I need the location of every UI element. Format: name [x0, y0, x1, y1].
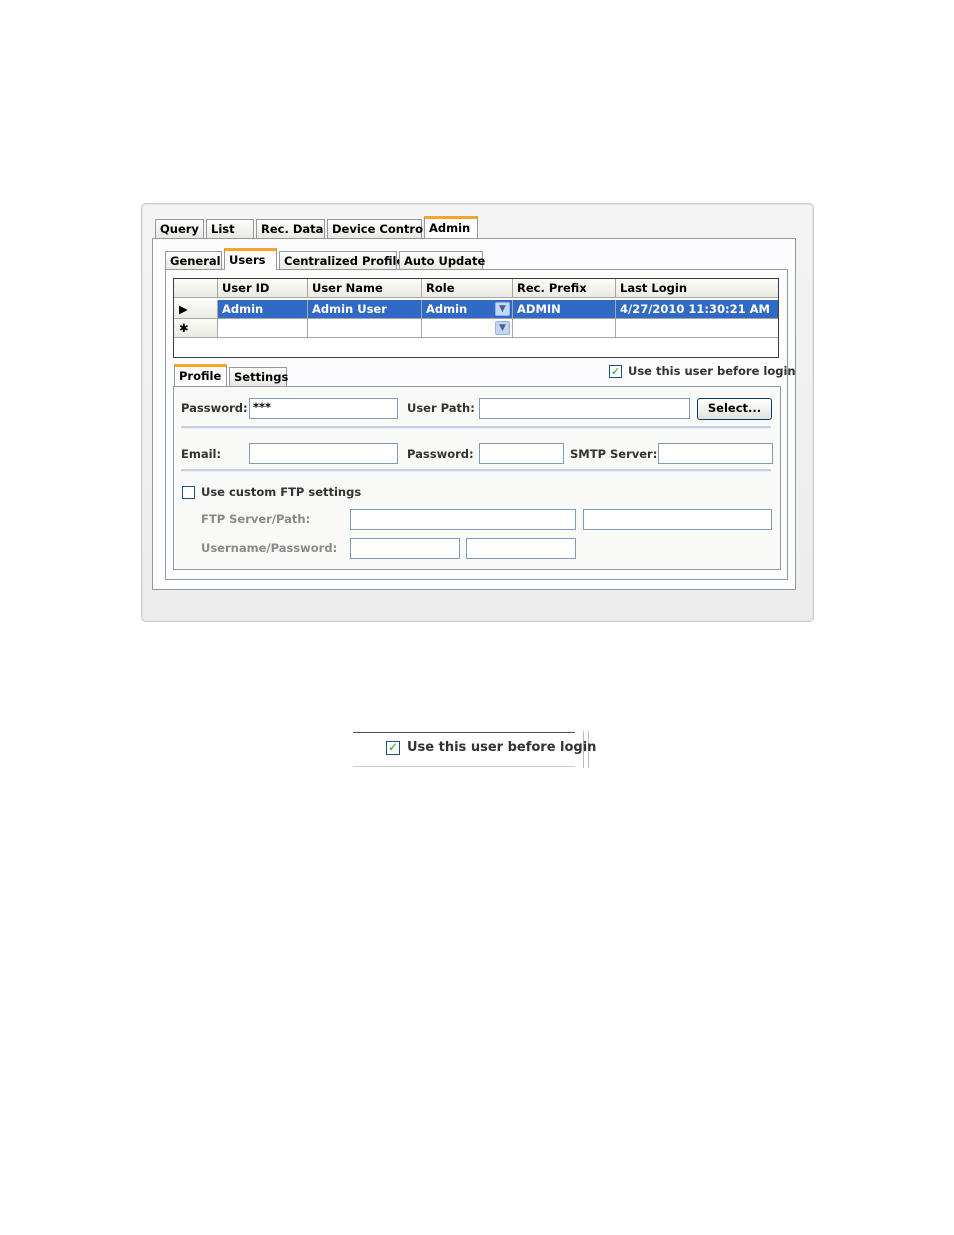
profile-tab-strip: Profile Settings	[174, 364, 288, 386]
zoom-use-user-checkbox[interactable]: ✓	[386, 741, 400, 755]
chevron-down-icon[interactable]: ▼	[495, 321, 510, 335]
smtp-password-input[interactable]	[479, 443, 564, 464]
cell-role-value: Admin	[426, 302, 468, 316]
tab-device-control[interactable]: Device Control	[327, 219, 427, 238]
ftp-path-input[interactable]	[583, 509, 772, 530]
cell-rec-prefix[interactable]: ADMIN	[513, 300, 616, 319]
table-row[interactable]: ▶ Admin Admin User Admin ▼ ADMIN 4/27/20…	[174, 300, 778, 319]
tab-general[interactable]: General	[165, 251, 222, 270]
cell-role[interactable]: Admin ▼	[422, 300, 513, 319]
divider	[181, 469, 771, 472]
ftp-server-label: FTP Server/Path:	[201, 512, 311, 526]
ftp-server-input[interactable]	[350, 509, 576, 530]
ftp-username-input[interactable]	[350, 538, 460, 559]
tab-auto-update[interactable]: Auto Update	[399, 251, 485, 270]
password-input[interactable]: ***	[249, 398, 398, 419]
col-rec-prefix[interactable]: Rec. Prefix	[513, 279, 616, 298]
zoom-callout: ✓ Use this user before login	[353, 731, 597, 768]
chevron-down-icon[interactable]: ▼	[495, 302, 510, 316]
callout-bottom-line	[353, 766, 575, 767]
cell-user-name[interactable]: Admin User	[308, 300, 422, 319]
use-user-before-login-label: Use this user before login	[628, 364, 796, 378]
cell-rec-prefix[interactable]	[513, 319, 616, 338]
password-label: Password:	[181, 401, 248, 415]
cell-last-login[interactable]: 4/27/2010 11:30:21 AM	[616, 300, 778, 319]
col-role[interactable]: Role	[422, 279, 513, 298]
divider	[181, 426, 771, 429]
tab-list[interactable]: List	[206, 219, 254, 238]
tab-query[interactable]: Query	[155, 219, 204, 238]
col-user-name[interactable]: User Name	[308, 279, 422, 298]
custom-ftp-checkbox[interactable]	[182, 486, 195, 499]
tab-users[interactable]: Users	[224, 248, 277, 270]
cell-user-id[interactable]	[218, 319, 308, 338]
row-marker-new[interactable]: ✱	[174, 319, 218, 338]
row-marker-current[interactable]: ▶	[174, 300, 218, 319]
tab-admin[interactable]: Admin	[424, 216, 478, 238]
username-password-label: Username/Password:	[201, 541, 338, 555]
cell-last-login[interactable]	[616, 319, 778, 338]
user-path-label: User Path:	[407, 401, 475, 415]
tab-settings[interactable]: Settings	[229, 367, 288, 386]
callout-top-line	[353, 732, 575, 733]
zoom-use-user-label: Use this user before login	[407, 740, 597, 755]
custom-ftp-label: Use custom FTP settings	[201, 485, 362, 499]
email-input[interactable]	[249, 443, 398, 464]
grid-header-row: User ID User Name Role Rec. Prefix Last …	[174, 279, 778, 298]
col-last-login[interactable]: Last Login	[616, 279, 778, 298]
cell-user-id[interactable]: Admin	[218, 300, 308, 319]
email-label: Email:	[181, 447, 222, 461]
grid-corner	[174, 279, 218, 298]
main-tab-strip: Query List Rec. Data Device Control Admi…	[155, 216, 478, 238]
select-button[interactable]: Select...	[697, 398, 772, 420]
smtp-server-input[interactable]	[658, 443, 773, 464]
users-grid: User ID User Name Role Rec. Prefix Last …	[173, 278, 779, 358]
admin-tab-strip: General Users Centralized Profile Auto U…	[165, 248, 485, 270]
ftp-password-input[interactable]	[466, 538, 576, 559]
smtp-server-label: SMTP Server:	[570, 447, 658, 461]
use-user-before-login-checkbox[interactable]: ✓	[609, 365, 622, 378]
tab-rec-data[interactable]: Rec. Data	[256, 219, 325, 238]
cell-role[interactable]: ▼	[422, 319, 513, 338]
user-path-input[interactable]	[479, 398, 690, 419]
table-row[interactable]: ✱ ▼	[174, 319, 778, 338]
cell-user-name[interactable]	[308, 319, 422, 338]
tab-profile[interactable]: Profile	[174, 364, 227, 386]
tab-centralized-profile[interactable]: Centralized Profile	[279, 251, 404, 270]
col-user-id[interactable]: User ID	[218, 279, 308, 298]
smtp-password-label: Password:	[407, 447, 474, 461]
